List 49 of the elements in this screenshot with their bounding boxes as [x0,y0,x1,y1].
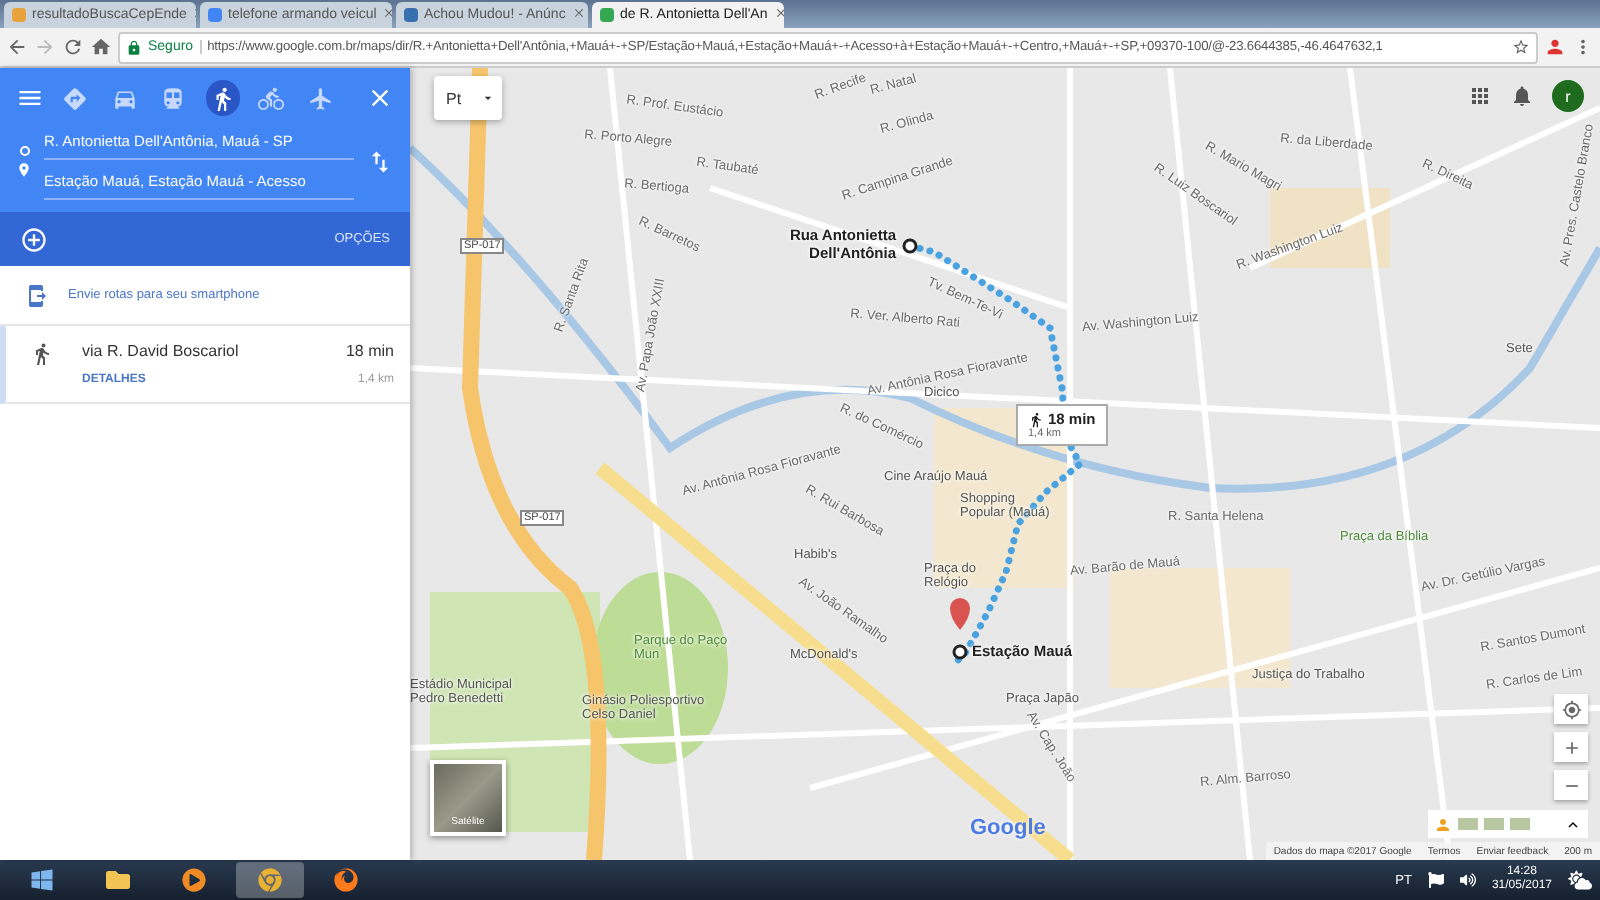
airplane-icon [307,85,334,111]
walking-person-icon [30,342,54,366]
volume-icon[interactable] [1459,872,1476,888]
walking-person-icon [1028,411,1044,427]
browser-icon [334,868,358,892]
zoom-in-button[interactable] [1554,732,1588,762]
favicon-icon [12,8,26,22]
swap-button[interactable] [366,148,394,176]
play-icon [182,868,206,892]
close-icon[interactable] [571,6,586,20]
route-time: 18 min [345,342,394,360]
plus-icon [1561,737,1581,757]
apps-grid-icon[interactable] [1468,84,1492,108]
extension-icon[interactable] [1544,36,1566,58]
my-location-button[interactable] [1554,694,1588,724]
favicon-icon [404,8,418,22]
close-button[interactable] [366,84,394,112]
origin-dot-icon [19,146,29,156]
folder-icon [106,868,130,892]
destination-pin-icon [950,598,970,660]
route-via: via R. David Boscariol [82,342,239,360]
bell-icon[interactable] [1510,84,1534,108]
add-destination-button[interactable] [20,225,48,253]
windows-logo-icon [30,868,54,892]
pin-icon [16,162,32,178]
directions-sign-icon [62,85,89,111]
favicon-icon [208,8,222,22]
zoom-out-button[interactable] [1554,770,1588,800]
refresh-icon[interactable] [62,36,84,58]
browser-icon [258,868,282,892]
favicon-icon [600,8,614,22]
language-dropdown[interactable]: Pt [434,76,502,120]
weather-icon[interactable] [1568,868,1592,892]
account-avatar[interactable]: r [1552,80,1584,112]
location-target-icon [1561,699,1581,719]
back-icon[interactable] [6,36,28,58]
close-icon[interactable] [773,6,784,20]
travel-mode-button[interactable] [205,80,240,116]
train-icon [160,85,187,111]
home-icon[interactable] [90,36,112,58]
star-icon[interactable] [1512,38,1530,56]
flag-icon[interactable] [1427,872,1444,888]
phone-icon [24,283,48,307]
bicycle-icon [258,85,285,111]
car-icon [111,85,138,111]
pegman-icon[interactable] [1434,815,1452,833]
origin-marker [902,238,918,254]
close-icon[interactable] [382,6,392,20]
lock-icon [126,39,142,55]
